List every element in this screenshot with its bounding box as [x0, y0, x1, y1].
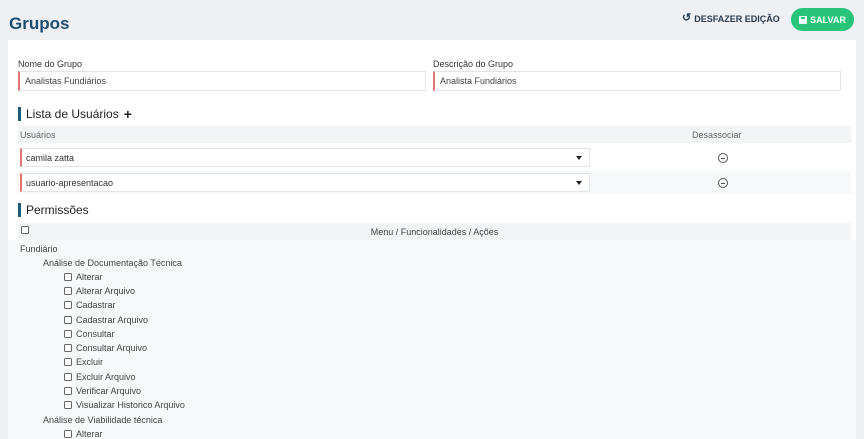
select-all-checkbox[interactable]: [21, 226, 29, 234]
undo-edit-label: DESFAZER EDIÇÃO: [694, 13, 780, 24]
add-user-icon[interactable]: +: [124, 106, 132, 122]
permission-item: Verificar Arquivo: [64, 386, 141, 396]
permission-label: Cadastrar Arquivo: [76, 315, 149, 325]
permissions-column-header: Menu / Funcionalidades / Ações: [370, 227, 499, 237]
permission-checkbox[interactable]: [64, 273, 72, 281]
tree-node-fundiario[interactable]: Fundiário: [20, 244, 58, 254]
permission-checkbox[interactable]: [64, 358, 72, 366]
permission-item: Excluir Arquivo: [64, 372, 136, 382]
permission-checkbox[interactable]: [64, 301, 72, 309]
permission-checkbox[interactable]: [64, 344, 72, 352]
remove-circle-icon[interactable]: [718, 153, 728, 163]
permission-item: Cadastrar: [64, 300, 116, 310]
permission-item: Excluir: [64, 357, 103, 367]
caret-down-icon: [576, 156, 582, 160]
group-description-label: Descrição do Grupo: [433, 59, 514, 69]
permission-item: Alterar: [64, 429, 103, 439]
undo-edit-button[interactable]: ↺ DESFAZER EDIÇÃO: [682, 13, 780, 24]
permissions-tree: Fundiário Análise de Documentação Técnic…: [8, 240, 856, 439]
permission-label: Verificar Arquivo: [76, 386, 142, 396]
save-label: SALVAR: [810, 14, 846, 25]
group-form-panel: Nome do Grupo Analistas Fundiários Descr…: [8, 40, 856, 439]
user-select[interactable]: usuario-apresentacao: [20, 173, 590, 192]
permission-checkbox[interactable]: [64, 387, 72, 395]
permission-item: Alterar Arquivo: [64, 286, 135, 296]
permission-label: Cadastrar: [76, 300, 116, 310]
permission-checkbox[interactable]: [64, 287, 72, 295]
group-name-input[interactable]: Analistas Fundiários: [18, 71, 426, 91]
permission-label: Alterar: [76, 272, 103, 282]
user-row: usuario-apresentacao: [18, 171, 851, 194]
user-select[interactable]: camila zatta: [20, 148, 590, 167]
permission-checkbox[interactable]: [64, 330, 72, 338]
page-title: Grupos: [9, 14, 70, 33]
permissions-section-label: Permissões: [26, 203, 89, 217]
permission-label: Consultar: [76, 329, 115, 339]
remove-circle-icon[interactable]: [718, 178, 728, 188]
tree-node-analise-doc-tecnica[interactable]: Análise de Documentação Técnica: [43, 258, 182, 268]
permissions-section-title: Permissões: [18, 203, 89, 217]
permission-checkbox[interactable]: [64, 401, 72, 409]
caret-down-icon: [576, 181, 582, 185]
permissions-table-header: Menu / Funcionalidades / Ações: [18, 223, 851, 240]
permission-item: Consultar Arquivo: [64, 343, 147, 353]
permission-item: Cadastrar Arquivo: [64, 315, 148, 325]
section-accent-bar: [18, 107, 21, 121]
permission-label: Alterar Arquivo: [76, 286, 136, 296]
permission-label: Alterar: [76, 429, 103, 439]
users-column-header: Usuários: [20, 130, 56, 140]
top-bar: Grupos ↺ DESFAZER EDIÇÃO SALVAR: [0, 0, 864, 40]
undo-icon: ↺: [682, 12, 692, 24]
floppy-disk-icon: [799, 15, 808, 24]
user-row: camila zatta: [18, 146, 851, 169]
permission-checkbox[interactable]: [64, 430, 72, 438]
permission-item: Consultar: [64, 329, 115, 339]
permission-item: Visualizar Historico Arquivo: [64, 400, 185, 410]
users-section-label: Lista de Usuários: [26, 107, 119, 121]
user-select-value: camila zatta: [26, 152, 75, 163]
disassociate-column-header: Desassociar: [692, 130, 742, 140]
group-name-label: Nome do Grupo: [18, 59, 83, 69]
permission-item: Alterar: [64, 272, 103, 282]
users-section-title: Lista de Usuários +: [18, 106, 132, 122]
save-button[interactable]: SALVAR: [791, 8, 854, 31]
permission-label: Consultar Arquivo: [76, 343, 148, 353]
group-description-input[interactable]: Analista Fundiários: [433, 71, 841, 91]
section-accent-bar: [18, 203, 21, 217]
tree-node-analise-viabilidade[interactable]: Análise de Viabilidade técnica: [43, 415, 162, 425]
user-select-value: usuario-apresentacao: [26, 177, 114, 188]
permission-label: Visualizar Historico Arquivo: [76, 400, 185, 410]
permission-label: Excluir: [76, 357, 104, 367]
permission-checkbox[interactable]: [64, 316, 72, 324]
users-table-header: Usuários Desassociar: [18, 126, 851, 143]
permission-label: Excluir Arquivo: [76, 372, 136, 382]
permission-checkbox[interactable]: [64, 373, 72, 381]
